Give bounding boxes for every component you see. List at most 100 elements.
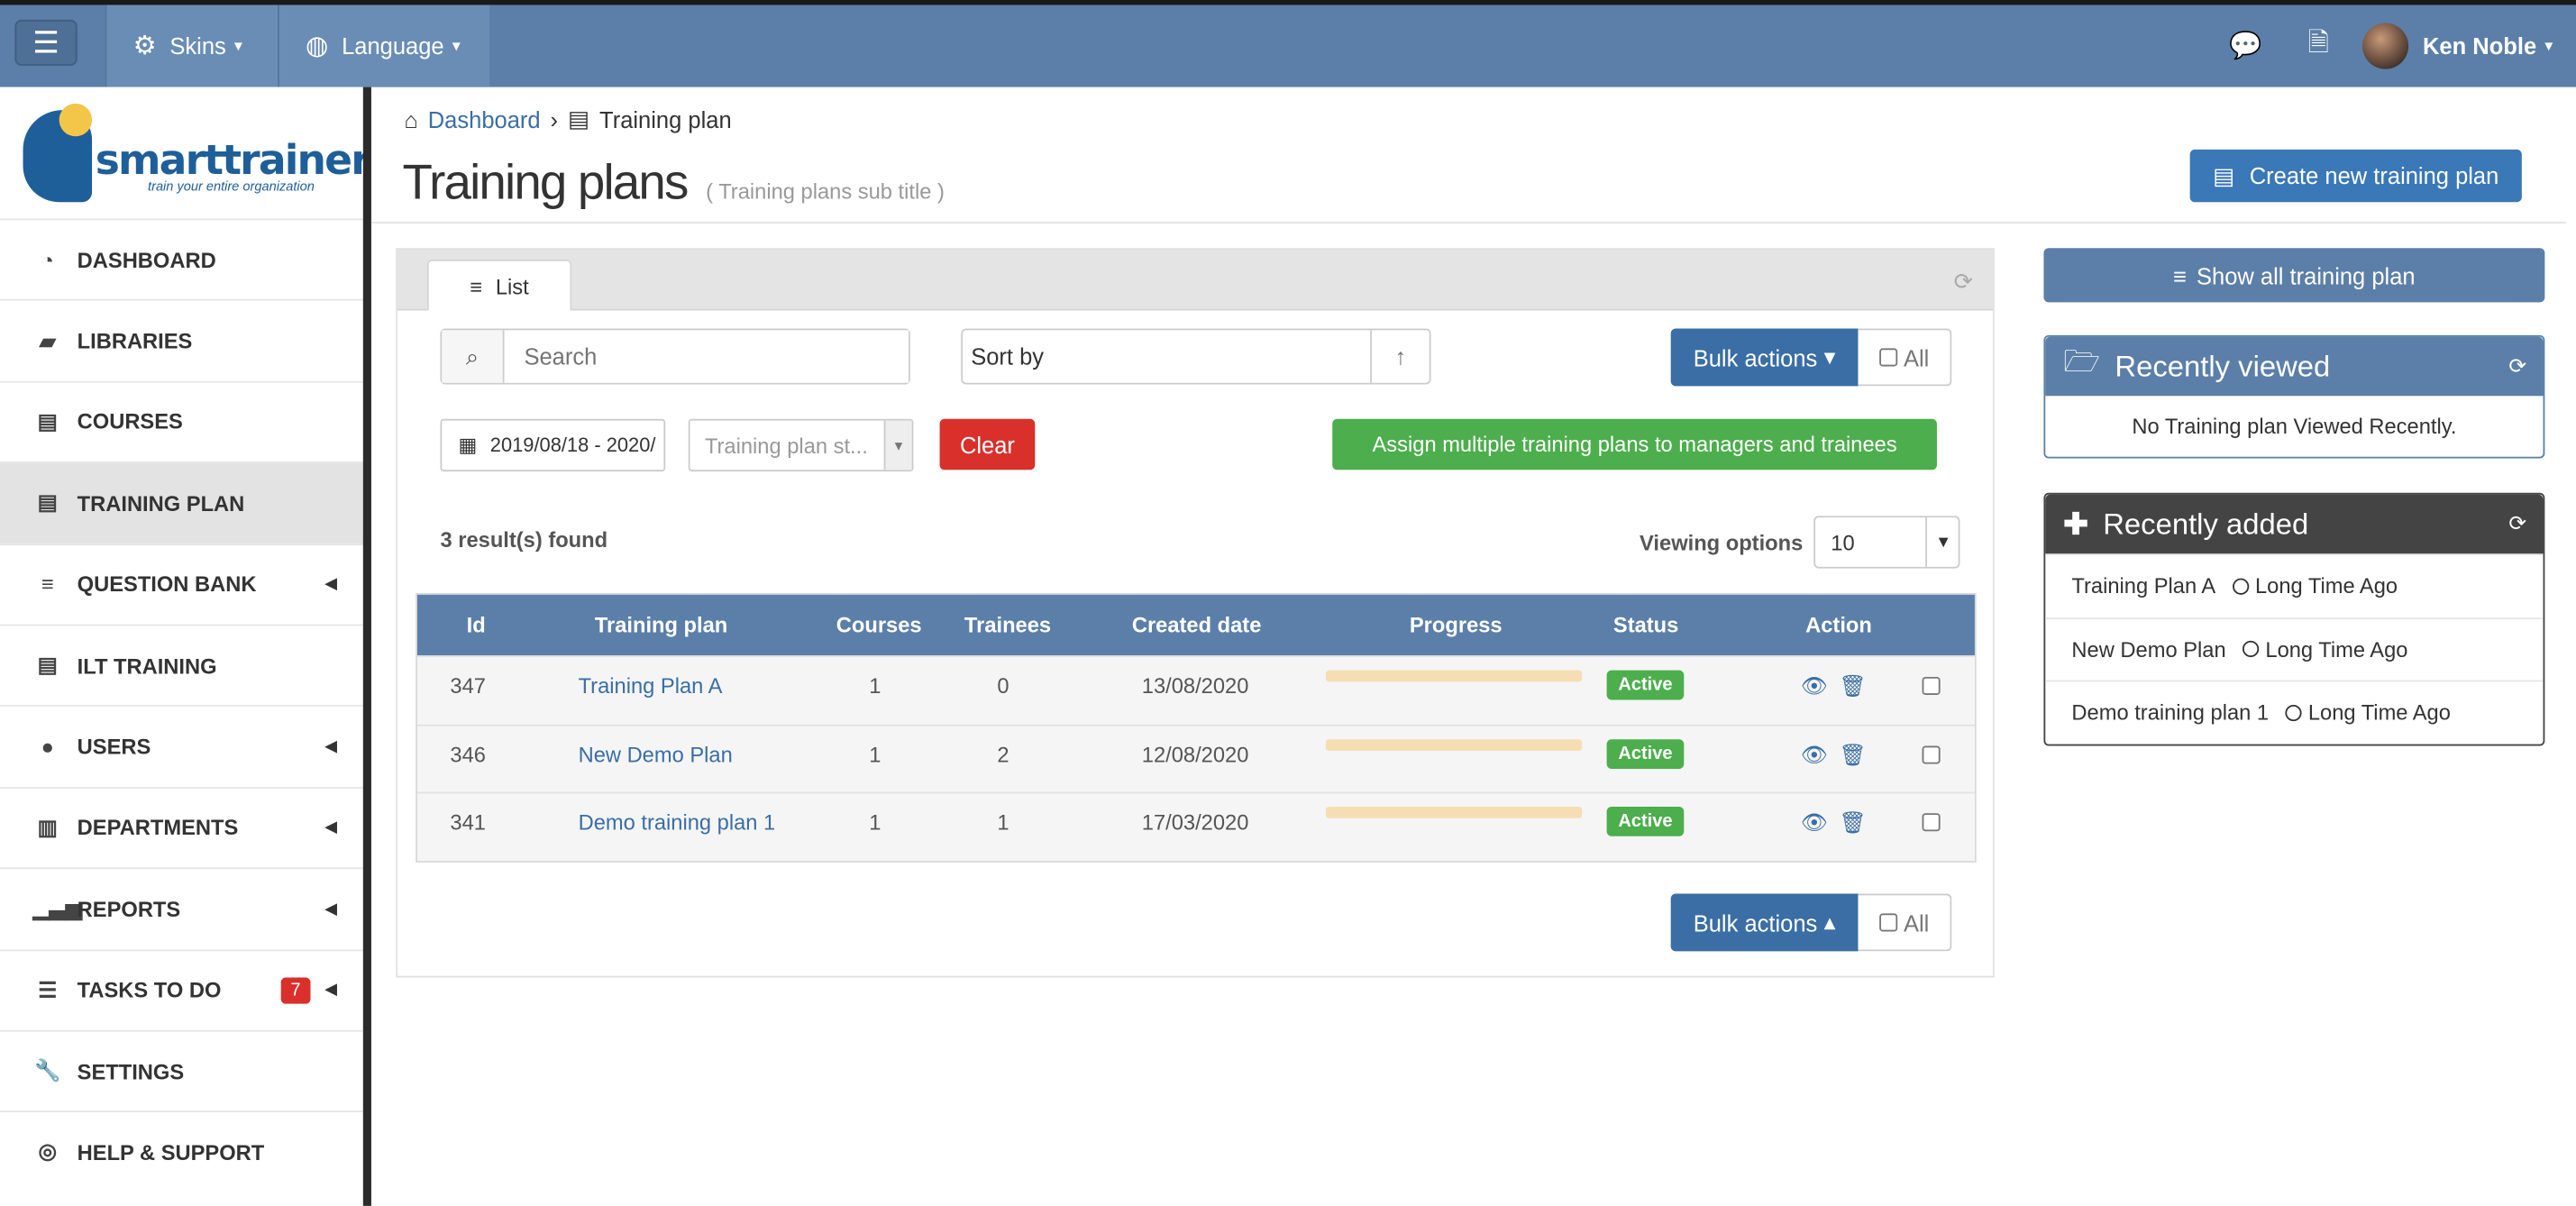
hamburger-icon: ☰ (32, 26, 59, 59)
bulk-actions-button[interactable]: Bulk actions ▴ (1670, 893, 1859, 952)
list-item[interactable]: Training Plan A Long Time Ago (2045, 553, 2544, 617)
select-all-toggle[interactable]: All (1858, 328, 1952, 387)
page-size-select[interactable]: 10 ▼ (1814, 516, 1961, 569)
sidebar-item-ilt-training[interactable]: ▤ ILT TRAINING (0, 624, 363, 706)
tasks-icon: ☰ (38, 976, 58, 1002)
refresh-icon[interactable]: ⟳ (1954, 268, 1973, 296)
sidebar-item-libraries[interactable]: ▰ LIBRARIES (0, 299, 363, 380)
training-plan-link[interactable]: Demo training plan 1 (579, 810, 776, 835)
user-name[interactable]: Ken Noble (2423, 32, 2536, 59)
item-name: Training Plan A (2071, 573, 2216, 598)
app-root: ☰ ⚙ Skins ▾ ◍ Language ▾ 💬 🗎 Ken Noble ▾… (0, 0, 2576, 1206)
create-training-plan-button[interactable]: ▤ Create new training plan (2189, 149, 2522, 203)
item-time: Long Time Ago (2307, 699, 2451, 726)
book-icon: ▤ (37, 652, 59, 678)
assign-multiple-button[interactable]: Assign multiple training plans to manage… (1332, 418, 1937, 471)
sidebar-item-dashboard[interactable]: ◔ DASHBOARD (0, 218, 363, 299)
sidebar-item-tasks-to-do[interactable]: ☰ TASKS TO DO 7 ◀ (0, 948, 363, 1030)
row-actions: 👁 🗑 (1801, 742, 1867, 768)
eye-icon[interactable]: 👁 (1801, 673, 1828, 699)
sidebar-item-settings[interactable]: 🔧 SETTINGS (0, 1029, 363, 1111)
folder-open-icon: ▰ (39, 327, 56, 353)
trash-icon[interactable]: 🗑 (1840, 810, 1867, 836)
chevron-down-icon: ▾ (233, 37, 243, 56)
list-item[interactable]: Demo training plan 1 Long Time Ago (2045, 680, 2544, 744)
checkbox[interactable] (1878, 348, 1897, 367)
search-input[interactable] (504, 330, 909, 383)
row-actions: 👁 🗑 (1801, 673, 1867, 699)
column-header[interactable]: Created date (1132, 613, 1262, 637)
bulk-actions-bottom: Bulk actions ▴ All (1670, 893, 1952, 952)
status-badge: Active (1606, 807, 1685, 837)
tab-list[interactable]: ≡ List (426, 259, 572, 311)
refresh-icon[interactable]: ⟳ (2508, 353, 2526, 379)
row-courses: 1 (869, 742, 882, 767)
column-header[interactable]: Training plan (595, 613, 727, 637)
chevron-right-icon: › (550, 105, 559, 132)
training-plan-link[interactable]: Training Plan A (579, 673, 723, 698)
row-trainees: 2 (997, 742, 1009, 767)
trash-icon[interactable]: 🗑 (1840, 673, 1867, 699)
sidebar-item-reports[interactable]: ▁▃▅ REPORTS ◀ (0, 867, 363, 949)
bar-chart-icon: ▁▃▅ (32, 895, 83, 921)
table-row: 346 New Demo Plan 1 2 12/08/2020 Active … (416, 724, 1975, 793)
sidebar-item-training-plan[interactable]: ▤ TRAINING PLAN (0, 461, 363, 544)
top-right-tools: 💬 🗎 Ken Noble ▾ (2206, 5, 2553, 87)
panel-title: Recently added (2103, 507, 2309, 540)
sidebar-item-label: COURSES (77, 409, 183, 435)
status-filter-select[interactable]: Training plan st... ▼ (688, 418, 914, 472)
sidebar-item-help-support[interactable]: ◎ HELP & SUPPORT (0, 1110, 363, 1192)
training-plan-table: Id Training plan Courses Trainees Create… (416, 592, 1977, 863)
list-item[interactable]: New Demo Plan Long Time Ago (2045, 617, 2544, 680)
show-all-training-plan-button[interactable]: ≡ Show all training plan (2043, 248, 2545, 303)
select-all-toggle[interactable]: All (1858, 893, 1952, 952)
sort-direction-up-icon[interactable]: ↑ (1370, 330, 1430, 383)
date-range-input[interactable]: ▦ 2019/08/18 - 2020/ (440, 418, 666, 472)
training-plan-link[interactable]: New Demo Plan (579, 742, 733, 766)
sort-by-select[interactable]: Sort by (963, 330, 1370, 382)
sidebar-item-label: TRAINING PLAN (77, 490, 245, 516)
create-button-label: Create new training plan (2249, 162, 2499, 189)
row-checkbox[interactable] (1922, 745, 1941, 763)
sidebar-item-label: HELP & SUPPORT (77, 1139, 265, 1165)
eye-icon[interactable]: 👁 (1801, 742, 1828, 768)
sidebar-item-courses[interactable]: ▤ COURSES (0, 380, 363, 461)
bulk-actions-button[interactable]: Bulk actions ▾ (1670, 328, 1859, 387)
clear-button[interactable]: Clear (939, 418, 1036, 471)
sidebar-item-question-bank[interactable]: ≡ QUESTION BANK ◀ (0, 543, 363, 625)
chevron-down-icon[interactable]: ▾ (2544, 37, 2553, 55)
sidebar-item-departments[interactable]: ▥ DEPARTMENTS ◀ (0, 786, 363, 868)
search-icon[interactable]: ⌕ (442, 330, 505, 383)
chat-icon[interactable]: 💬 (2229, 30, 2261, 62)
clock-icon (2285, 704, 2302, 721)
column-header[interactable]: Progress (1410, 613, 1503, 637)
skins-menu[interactable]: ⚙ Skins ▾ (105, 5, 279, 87)
column-header[interactable]: Id (467, 613, 486, 637)
eye-icon[interactable]: 👁 (1801, 810, 1828, 836)
trash-icon[interactable]: 🗑 (1840, 742, 1867, 768)
refresh-icon[interactable]: ⟳ (2508, 511, 2526, 537)
document-icon[interactable]: 🗎 (2308, 23, 2329, 68)
row-created-date: 13/08/2020 (1141, 673, 1249, 699)
language-menu[interactable]: ◍ Language ▾ (278, 5, 490, 87)
checkbox[interactable] (1878, 913, 1897, 932)
row-checkbox[interactable] (1922, 676, 1941, 696)
caret-left-icon: ◀ (325, 900, 337, 917)
column-header[interactable]: Status (1613, 613, 1678, 637)
row-trainees: 0 (997, 673, 1009, 699)
list-card: ≡ List ⟳ ⌕ Sort by ↑ Bulk actions▾ All ▦… (396, 248, 1995, 978)
breadcrumb-dashboard-link[interactable]: Dashboard (428, 106, 541, 132)
top-navbar: ☰ ⚙ Skins ▾ ◍ Language ▾ 💬 🗎 Ken Noble ▾ (0, 0, 2576, 87)
sidebar-divider (362, 87, 371, 1206)
column-header[interactable]: Trainees (964, 613, 1051, 637)
column-header[interactable]: Courses (836, 613, 922, 637)
menu-toggle-button[interactable]: ☰ (14, 19, 78, 66)
row-checkbox[interactable] (1922, 813, 1941, 832)
logo[interactable]: smarttrainer train your entire organizat… (0, 87, 371, 219)
sidebar-item-users[interactable]: ● USERS ◀ (0, 705, 363, 787)
tab-list-label: List (495, 273, 529, 298)
bank-icon: ▥ (37, 814, 59, 840)
dashboard-icon: ◔ (41, 247, 55, 272)
avatar[interactable] (2361, 23, 2408, 69)
list-icon: ≡ (41, 571, 54, 598)
